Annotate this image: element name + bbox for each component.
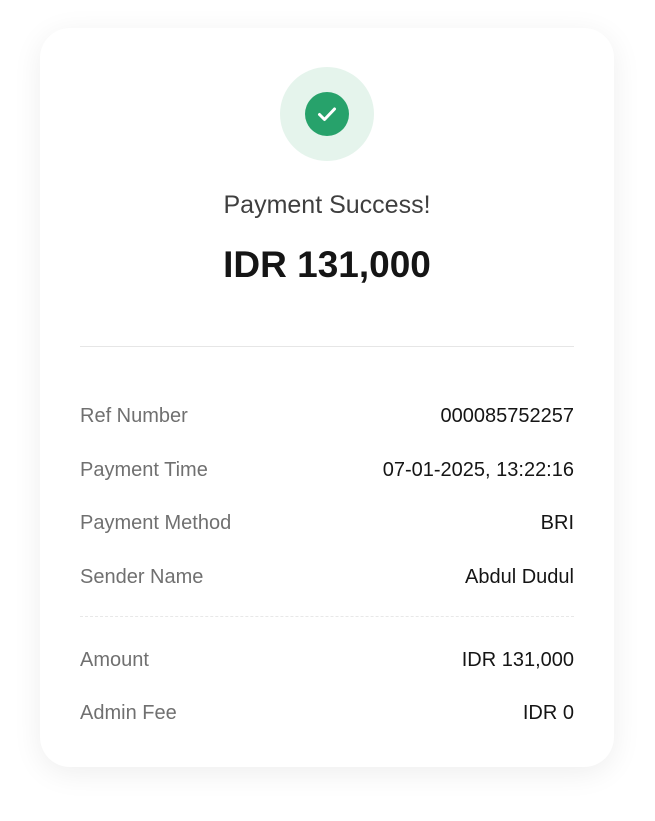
summary-value: IDR 0 (522, 702, 574, 724)
summary-row-admin-fee: Admin Fee IDR 0 (80, 701, 574, 725)
summary-label: Amount (80, 649, 149, 671)
detail-value: 000085752257 (440, 405, 574, 427)
divider (80, 346, 574, 347)
summary-value: IDR 131,000 (461, 649, 574, 671)
detail-label: Ref Number (80, 405, 188, 427)
detail-label: Payment Method (80, 512, 232, 534)
detail-label: Payment Time (80, 459, 208, 481)
detail-value: Abdul Dudul (465, 566, 574, 588)
detail-row-payment-time: Payment Time 07-01-2025, 13:22:16 (80, 458, 574, 482)
detail-value: 07-01-2025, 13:22:16 (382, 459, 574, 481)
dashed-divider (80, 616, 574, 617)
check-circle-icon (305, 92, 349, 136)
summary-label: Admin Fee (80, 702, 177, 724)
summary-row-amount: Amount IDR 131,000 (80, 648, 574, 672)
detail-row-sender-name: Sender Name Abdul Dudul (80, 565, 574, 589)
total-amount: IDR 131,000 (223, 244, 431, 285)
detail-label: Sender Name (80, 566, 204, 588)
success-icon-halo (280, 67, 374, 161)
payment-receipt-card: Payment Success! IDR 131,000 Ref Number … (40, 28, 614, 767)
detail-row-ref-number: Ref Number 000085752257 (80, 404, 574, 428)
status-title: Payment Success! (223, 191, 431, 219)
detail-value: BRI (540, 512, 574, 534)
detail-row-payment-method: Payment Method BRI (80, 511, 574, 535)
